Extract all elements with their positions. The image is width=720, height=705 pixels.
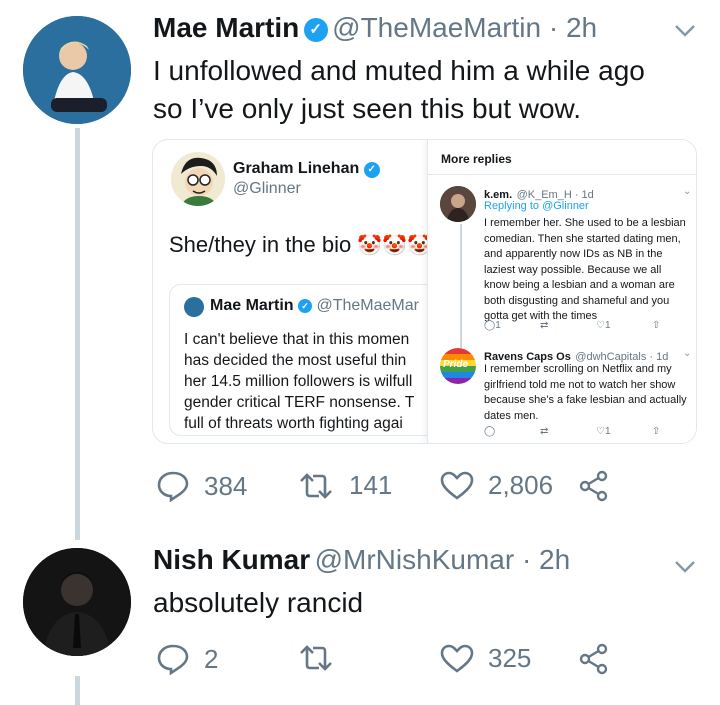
quoted-text-row: She/they in the bio 🤡🤡🤡 <box>169 232 432 258</box>
inner-handle: @TheMaeMar <box>316 297 419 314</box>
avatar-photo <box>23 16 131 124</box>
share-icon: ⇧ <box>652 426 661 437</box>
retweet-button[interactable] <box>297 643 349 673</box>
reply-avatar <box>440 186 476 222</box>
reply-text-line: laziest way possible. Because we all <box>484 263 662 276</box>
replying-to: Replying to @Glinner <box>484 200 589 212</box>
inner-author: Mae Martin ✓ @TheMaeMar <box>210 297 419 315</box>
reply-icon <box>157 471 189 502</box>
tweet-text: I unfollowed and muted him a while ago s… <box>153 52 645 128</box>
thread-line-bottom <box>75 676 80 705</box>
tweet-header: Nish Kumar @MrNishKumar · 2h <box>153 544 570 576</box>
chevron-down-icon: ⌄ <box>683 186 692 197</box>
reply-icon: ◯1 <box>484 320 501 331</box>
tweet-text-line: so I’ve only just seen this but wow. <box>153 93 581 124</box>
avatar[interactable] <box>23 16 131 124</box>
avatar[interactable] <box>23 548 131 656</box>
avatar-photo <box>23 548 131 656</box>
reply-text-line: dates men. <box>484 409 539 422</box>
reply-thread-line <box>460 224 462 348</box>
reply-text-line: because she's a fake lesbian and actuall… <box>484 394 687 406</box>
inner-quoted-tweet: Mae Martin ✓ @TheMaeMar I can't believe … <box>169 284 469 436</box>
reply-text-line: I remember her. She used to be a lesbian <box>484 217 686 229</box>
reply-text: I remember her. She used to be a lesbian… <box>484 216 686 325</box>
retweet-count: 141 <box>349 470 393 500</box>
reply-text-line: comedian. Then she started dating men, <box>484 232 681 245</box>
verified-icon: ✓ <box>363 162 380 178</box>
verified-icon: ✓ <box>298 299 313 313</box>
retweet-icon <box>300 472 332 499</box>
reply-count: 2 <box>204 643 219 674</box>
quoted-author: Graham Linehan ✓ @Glinner <box>233 160 380 198</box>
inner-display-name: Mae Martin <box>210 297 294 314</box>
replying-to-text: Replying to @Glinner <box>484 200 589 212</box>
tweet-header: Mae Martin ✓ @TheMaeMartin · 2h <box>153 12 597 44</box>
more-replies-panel: More replies k.em. @K_Em_H · 1d ⌄ Replyi… <box>427 140 696 443</box>
tweet-text-line: I unfollowed and muted him a while ago <box>153 55 645 86</box>
like-count: 1 <box>604 320 611 331</box>
handle-and-time[interactable]: @TheMaeMartin · 2h <box>332 12 597 43</box>
like-icon: ♡1 <box>596 320 611 331</box>
heart-icon <box>440 471 474 500</box>
like-count: 325 <box>488 643 532 673</box>
display-name[interactable]: Mae Martin <box>153 12 299 43</box>
share-icon <box>579 470 608 502</box>
share-button[interactable] <box>578 470 624 502</box>
reply-actions: ◯1 ⇄ ♡1 ⇧ <box>484 320 684 331</box>
quoted-handle: @Glinner <box>233 180 301 197</box>
share-button[interactable] <box>578 643 624 675</box>
quoted-text: She/they in the bio <box>169 232 352 257</box>
handle-and-time[interactable]: @MrNishKumar · 2h <box>315 544 571 575</box>
share-icon <box>579 643 608 675</box>
retweet-icon: ⇄ <box>540 426 549 437</box>
chevron-down-icon: ⌄ <box>683 348 692 359</box>
reply-button[interactable]: 2 <box>156 643 218 675</box>
like-count: 2,806 <box>488 470 554 500</box>
heart-icon <box>440 644 474 673</box>
pride-label: Pride <box>443 359 469 370</box>
pride-avatar: Pride <box>440 348 476 384</box>
share-icon: ⇧ <box>652 320 661 331</box>
reply-actions: ◯ ⇄ ♡1 ⇧ <box>484 426 684 437</box>
quoted-display-name: Graham Linehan <box>233 160 360 177</box>
verified-icon: ✓ <box>303 18 328 42</box>
reply-icon <box>157 644 189 675</box>
retweet-icon: ⇄ <box>540 320 549 331</box>
reply-text-line: both disgusting and shameful and you <box>484 294 670 307</box>
reply-text-line: I remember scrolling on Netflix and my <box>484 363 672 375</box>
like-count: 1 <box>604 426 611 437</box>
quoted-avatar <box>171 152 225 206</box>
inner-text-line: I can't believe that in this momen <box>184 331 410 348</box>
reply-count: 1 <box>495 320 501 331</box>
reply-button[interactable]: 384 <box>156 470 247 502</box>
divider <box>428 174 696 175</box>
thread-line <box>75 128 80 540</box>
more-replies-title: More replies <box>441 152 512 166</box>
like-button[interactable]: 325 <box>440 643 531 674</box>
reply-text: I remember scrolling on Netflix and my g… <box>484 362 687 424</box>
reply-text-line: know being a lesbian and a woman are <box>484 279 675 291</box>
quoted-image[interactable]: Graham Linehan ✓ @Glinner She/they in th… <box>152 139 697 444</box>
inner-text-line: full of threats worth fighting agai <box>184 415 403 432</box>
display-name[interactable]: Nish Kumar <box>153 544 310 575</box>
reply-count: 384 <box>204 470 248 501</box>
reply-text-line: and apparently now IDs as NB in the <box>484 248 663 260</box>
reply-text-line: girlfriend told me not to watch her show <box>484 378 676 391</box>
like-button[interactable]: 2,806 <box>440 470 553 501</box>
chevron-down-icon[interactable] <box>674 18 696 44</box>
clown-emoji: 🤡🤡🤡 <box>357 235 433 257</box>
like-icon: ♡1 <box>596 426 611 437</box>
inner-text-line: gender critical TERF nonsense. T <box>184 394 415 411</box>
inner-avatar <box>184 297 204 317</box>
retweet-button[interactable]: 141 <box>297 470 392 501</box>
inner-text-line: has decided the most useful thin <box>184 352 407 369</box>
inner-text-line: her 14.5 million followers is wilfull <box>184 373 413 390</box>
tweet-text: absolutely rancid <box>153 587 364 618</box>
chevron-down-icon[interactable] <box>674 554 696 580</box>
reply-icon: ◯ <box>484 426 496 437</box>
inner-text: I can't believe that in this momen has d… <box>184 329 414 434</box>
retweet-icon <box>300 645 332 671</box>
